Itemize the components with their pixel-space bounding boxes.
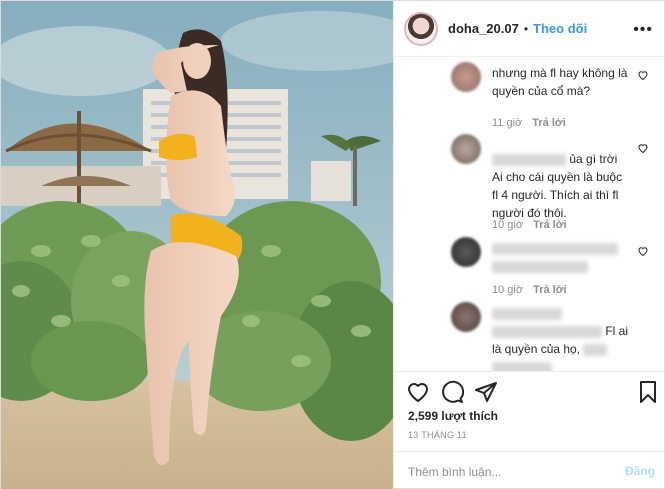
comment-text: nhưng mà fl hay không là quyền của cổ mà… [492,64,632,100]
redacted-text [492,361,552,371]
redacted-text [492,307,562,320]
like-comment-icon[interactable] [637,69,649,81]
photo-scene [1,1,393,489]
header-separator: • [523,21,529,36]
comment-time: 10 giờ [492,219,524,231]
share-icon[interactable] [474,380,498,404]
comment-meta: 10 giờ Trả lời [492,284,567,296]
like-count[interactable]: 2,599 lượt thích [408,409,498,423]
comment-line [492,304,632,322]
redacted-text [492,242,618,255]
comment-line: ủa gì trời [492,150,632,168]
author-avatar[interactable] [404,11,438,46]
comment-line [492,239,632,257]
comment-line: Ai cho cái quyền là buộc [492,170,623,184]
comment-input[interactable] [408,462,608,482]
comment-list[interactable]: nhưng mà fl hay không là quyền của cổ mà… [394,58,665,371]
comment-icon[interactable] [440,380,464,404]
comment-line: nhưng mà fl hay không là [492,66,628,80]
reply-button[interactable]: Trả lời [533,284,567,296]
redacted-text [492,325,602,338]
add-comment-bar: Đăng [394,451,665,489]
comment-line [492,257,632,275]
post-photo[interactable] [1,1,393,489]
redacted-text [492,260,588,273]
comment-meta: 11 giờ Trả lời [492,117,566,129]
like-comment-icon[interactable] [637,142,649,154]
comment-text: ủa gì trời Ai cho cái quyền là buộc fl 4… [492,150,632,222]
more-options-icon[interactable]: ••• [633,21,653,39]
comment-line [492,358,632,371]
comment-time: 10 giờ [492,284,524,296]
comment-text [492,239,632,275]
post-actions: 2,599 lượt thích 13 THÁNG 11 [394,371,665,451]
post-dialog: doha_20.07 • Theo dõi ••• nhưng mà fl ha… [0,0,665,489]
redacted-text [583,343,608,356]
reply-button[interactable]: Trả lời [532,117,566,129]
commenter-avatar[interactable] [451,302,481,332]
comment-line-text: là quyền của họ, [492,342,581,356]
redacted-text [492,153,566,166]
commenter-avatar[interactable] [451,134,481,164]
post-date[interactable]: 13 THÁNG 11 [408,430,467,440]
post-header: doha_20.07 • Theo dõi ••• [394,1,665,57]
comment-line: fl 4 người. Thích ai thì fl [492,188,619,202]
post-comment-button[interactable]: Đăng [625,464,655,478]
post-side-panel: doha_20.07 • Theo dõi ••• nhưng mà fl ha… [393,1,665,489]
comment-line-text: ủa gì trời [569,152,618,166]
comment-meta: 10 giờ Trả lời [492,219,567,231]
comment-time: 11 giờ [492,117,523,129]
author-username[interactable]: doha_20.07 [448,21,519,36]
comment-line: Fl ai [492,322,632,340]
comment-line-text: Fl ai [605,324,629,338]
commenter-avatar[interactable] [451,62,481,92]
like-comment-icon[interactable] [637,245,649,257]
comment-text: Fl ai là quyền của họ, [492,304,632,371]
save-icon[interactable] [636,380,660,404]
like-icon[interactable] [406,380,430,404]
commenter-avatar[interactable] [451,237,481,267]
comment-line: là quyền của họ, [492,340,632,358]
comment-line: quyền của cổ mà? [492,84,591,98]
follow-button[interactable]: Theo dõi [533,21,587,36]
reply-button[interactable]: Trả lời [533,219,567,231]
